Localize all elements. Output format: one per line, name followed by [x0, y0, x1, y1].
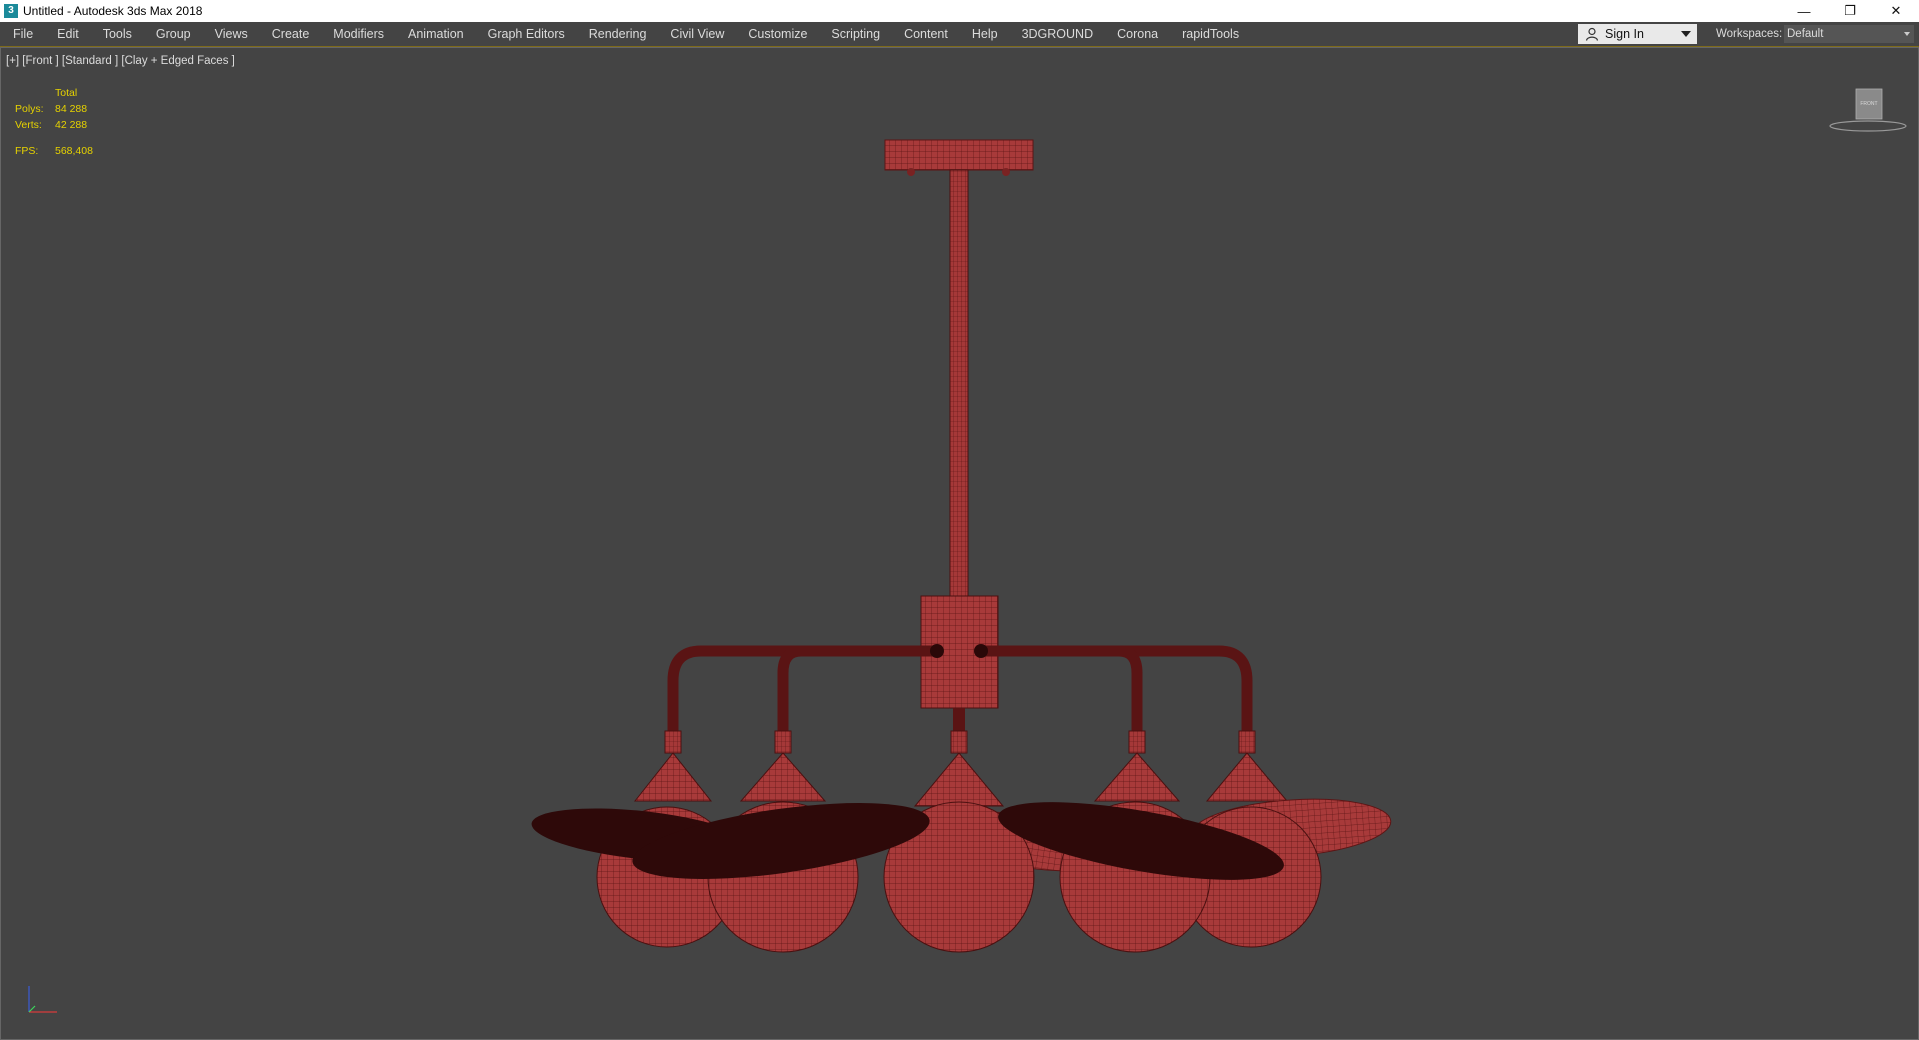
- lamp-sockets: [633, 730, 1289, 807]
- restore-button[interactable]: ❐: [1827, 0, 1873, 22]
- chandelier-model[interactable]: [1, 48, 1918, 1039]
- menu-edit[interactable]: Edit: [45, 22, 91, 46]
- chevron-down-icon: [1904, 32, 1910, 36]
- menu-content[interactable]: Content: [892, 22, 960, 46]
- front-viewport[interactable]: [+] [Front ] [Standard ] [Clay + Edged F…: [0, 47, 1919, 1040]
- close-button[interactable]: ✕: [1873, 0, 1919, 22]
- menu-file[interactable]: File: [0, 22, 45, 46]
- workspaces-dropdown[interactable]: Default: [1784, 25, 1914, 43]
- window-controls: — ❐ ✕: [1781, 0, 1919, 22]
- window-title: Untitled - Autodesk 3ds Max 2018: [23, 4, 203, 18]
- sign-in-label: Sign In: [1605, 27, 1644, 41]
- menu-group[interactable]: Group: [144, 22, 203, 46]
- menu-graph-editors[interactable]: Graph Editors: [476, 22, 577, 46]
- axis-tripod-icon: [28, 986, 57, 1013]
- menu-customize[interactable]: Customize: [736, 22, 819, 46]
- menu-animation[interactable]: Animation: [396, 22, 476, 46]
- menu-rapidtools[interactable]: rapidTools: [1170, 22, 1251, 46]
- menu-rendering[interactable]: Rendering: [577, 22, 659, 46]
- menu-corona[interactable]: Corona: [1105, 22, 1170, 46]
- menu-3dground[interactable]: 3DGROUND: [1010, 22, 1106, 46]
- menu-scripting[interactable]: Scripting: [819, 22, 892, 46]
- app-icon[interactable]: 3: [4, 4, 18, 18]
- user-icon: [1585, 27, 1599, 41]
- menu-civil-view[interactable]: Civil View: [658, 22, 736, 46]
- workspaces-label: Workspaces:: [1716, 28, 1783, 40]
- title-bar: 3 Untitled - Autodesk 3ds Max 2018 — ❐ ✕: [0, 0, 1919, 22]
- menu-modifiers[interactable]: Modifiers: [321, 22, 396, 46]
- chevron-down-icon[interactable]: [1681, 31, 1691, 37]
- sign-in-button[interactable]: Sign In: [1578, 24, 1697, 44]
- minimize-button[interactable]: —: [1781, 0, 1827, 22]
- menu-help[interactable]: Help: [960, 22, 1010, 46]
- menu-create[interactable]: Create: [260, 22, 322, 46]
- menu-views[interactable]: Views: [203, 22, 260, 46]
- workspaces-value: Default: [1787, 28, 1824, 40]
- menu-tools[interactable]: Tools: [91, 22, 144, 46]
